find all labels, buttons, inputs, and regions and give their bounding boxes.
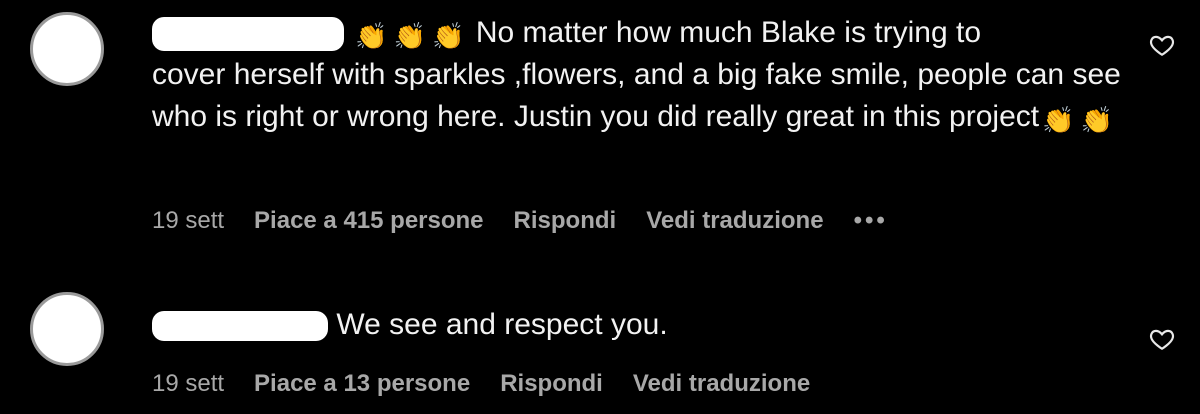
comment-text-rest: cover herself with sparkles ,flowers, an…: [152, 58, 1121, 133]
comment-text-line1: We see and respect you.: [336, 308, 668, 341]
clap-emoji: 👏: [393, 21, 427, 51]
comment-date[interactable]: 19 sett: [152, 207, 224, 235]
reply-button[interactable]: Rispondi: [514, 207, 617, 235]
clap-emoji: 👏: [1080, 105, 1113, 135]
comment-text: 👏 👏 👏 No matter how much Blake is trying t…: [152, 12, 1142, 138]
clap-emoji: 👏: [1042, 105, 1075, 135]
translate-button[interactable]: Vedi traduzione: [646, 207, 823, 235]
comment-text-line1: No matter how much Blake is trying to: [475, 16, 982, 49]
heart-icon[interactable]: [1148, 32, 1176, 58]
heart-icon[interactable]: [1148, 326, 1176, 352]
username-redacted[interactable]: [152, 17, 344, 52]
clap-emoji: 👏: [355, 21, 388, 51]
comment-meta: 19 sett Piace a 13 persone Rispondi Vedi…: [152, 370, 810, 398]
comment-text: We see and respect you.: [152, 304, 1142, 346]
likes-count[interactable]: Piace a 415 persone: [254, 207, 483, 235]
comment-meta: 19 sett Piace a 415 persone Rispondi Ved…: [152, 207, 888, 235]
reply-button[interactable]: Rispondi: [500, 370, 603, 398]
clap-emoji: 👏: [432, 21, 465, 51]
more-icon[interactable]: •••: [854, 207, 888, 235]
translate-button[interactable]: Vedi traduzione: [633, 370, 810, 398]
username-redacted[interactable]: [152, 311, 328, 342]
comment-date[interactable]: 19 sett: [152, 370, 224, 398]
avatar[interactable]: [30, 12, 104, 86]
avatar[interactable]: [30, 292, 104, 366]
likes-count[interactable]: Piace a 13 persone: [254, 370, 470, 398]
